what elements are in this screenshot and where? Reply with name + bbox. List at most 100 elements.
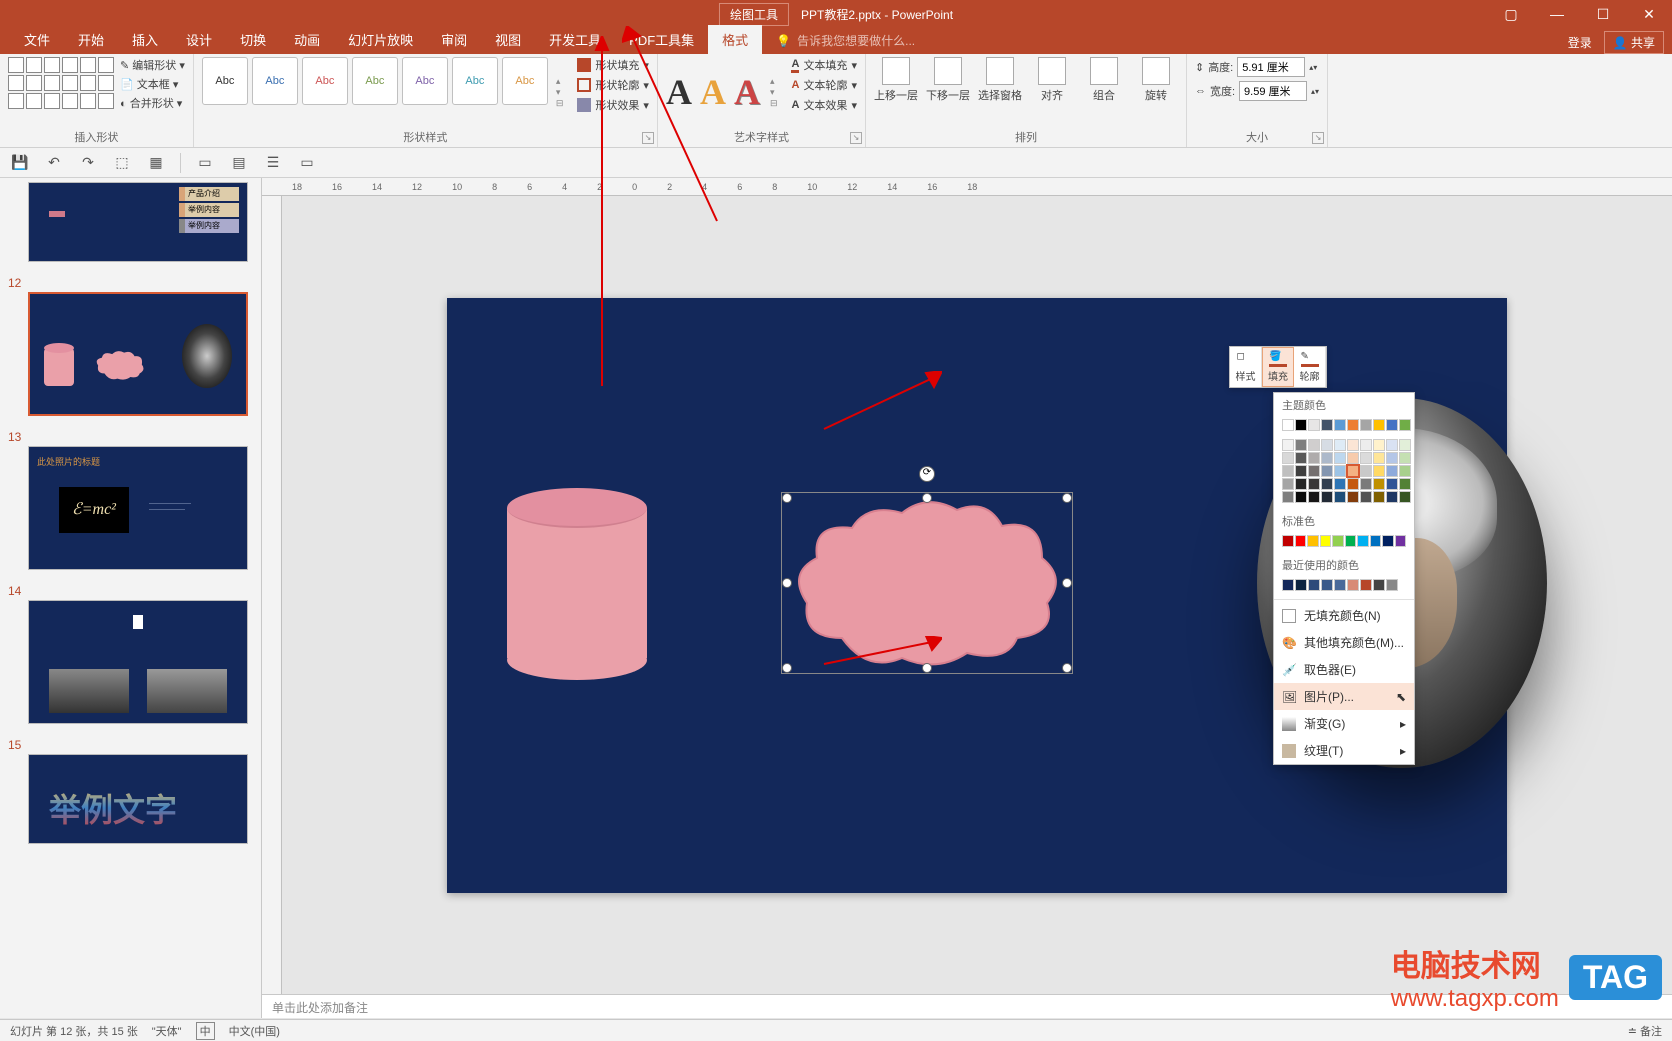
color-swatch[interactable] <box>1347 439 1359 451</box>
slide-thumb-13[interactable]: 此处照片的标题 ℰ=mc² ————————————— <box>28 446 248 570</box>
tab-transitions[interactable]: 切换 <box>226 25 280 54</box>
color-swatch[interactable] <box>1334 439 1346 451</box>
shape-cylinder[interactable] <box>507 488 647 668</box>
tab-animations[interactable]: 动画 <box>280 25 334 54</box>
color-swatch[interactable] <box>1295 491 1307 503</box>
color-swatch[interactable] <box>1334 478 1346 490</box>
resize-handle[interactable] <box>782 493 792 503</box>
redo-icon[interactable]: ↷ <box>78 153 98 173</box>
color-swatch[interactable] <box>1386 452 1398 464</box>
text-outline-button[interactable]: A 文本轮廓 ▾ <box>791 77 856 93</box>
color-swatch[interactable] <box>1399 491 1411 503</box>
color-swatch[interactable] <box>1347 491 1359 503</box>
color-swatch[interactable] <box>1399 419 1411 431</box>
resize-handle[interactable] <box>782 663 792 673</box>
color-swatch[interactable] <box>1295 478 1307 490</box>
text-effects-button[interactable]: A 文本效果 ▾ <box>791 97 856 113</box>
ribbon-display-options-icon[interactable]: ▢ <box>1488 0 1534 28</box>
size-dialog-launcher[interactable]: ↘ <box>1312 132 1324 144</box>
color-swatch[interactable] <box>1295 535 1307 547</box>
color-swatch[interactable] <box>1399 439 1411 451</box>
save-icon[interactable]: 💾 <box>10 153 30 173</box>
color-swatch[interactable] <box>1386 465 1398 477</box>
tell-me-box[interactable]: 💡 告诉我您想要做什么... <box>762 27 929 54</box>
resize-handle[interactable] <box>922 493 932 503</box>
slide-thumbnails-panel[interactable]: 产品介绍 举例内容 举例内容 12 13 此处照片的标题 ℰ=mc² <box>0 178 262 1018</box>
more-colors-option[interactable]: 🎨 其他填充颜色(M)... <box>1274 629 1414 656</box>
color-swatch[interactable] <box>1360 419 1372 431</box>
color-swatch[interactable] <box>1295 452 1307 464</box>
color-swatch[interactable] <box>1334 491 1346 503</box>
merge-shapes-button[interactable]: ◐ 合并形状 ▾ <box>120 95 185 111</box>
color-swatch[interactable] <box>1373 419 1385 431</box>
color-swatch[interactable] <box>1345 535 1357 547</box>
color-swatch[interactable] <box>1282 419 1294 431</box>
height-spinner[interactable]: ▴▾ <box>1309 63 1317 72</box>
tab-insert[interactable]: 插入 <box>118 25 172 54</box>
color-swatch[interactable] <box>1321 452 1333 464</box>
qat-icon[interactable]: ▭ <box>195 153 215 173</box>
color-swatch[interactable] <box>1321 478 1333 490</box>
color-swatch[interactable] <box>1282 439 1294 451</box>
bring-forward-button[interactable]: 上移一层 <box>874 57 918 127</box>
edit-shape-button[interactable]: ✎ 编辑形状 ▾ <box>120 57 185 73</box>
color-swatch[interactable] <box>1321 439 1333 451</box>
color-swatch[interactable] <box>1308 579 1320 591</box>
selection-pane-button[interactable]: 选择窗格 <box>978 57 1022 127</box>
color-swatch[interactable] <box>1347 465 1359 477</box>
color-swatch[interactable] <box>1347 452 1359 464</box>
color-swatch[interactable] <box>1282 579 1294 591</box>
mini-fill-button[interactable]: 🪣 填充 <box>1262 347 1294 387</box>
width-input[interactable] <box>1239 81 1307 101</box>
qat-icon[interactable]: ▦ <box>146 153 166 173</box>
login-link[interactable]: 登录 <box>1568 34 1592 51</box>
textbox-button[interactable]: 📄 文本框 ▾ <box>120 76 185 92</box>
mini-outline-button[interactable]: ✎ 轮廓 <box>1294 347 1326 387</box>
color-swatch[interactable] <box>1282 478 1294 490</box>
close-button[interactable]: ✕ <box>1626 0 1672 28</box>
color-swatch[interactable] <box>1295 419 1307 431</box>
color-swatch[interactable] <box>1347 478 1359 490</box>
tab-home[interactable]: 开始 <box>64 25 118 54</box>
color-swatch[interactable] <box>1321 465 1333 477</box>
color-swatch[interactable] <box>1399 452 1411 464</box>
undo-icon[interactable]: ↶ <box>44 153 64 173</box>
color-swatch[interactable] <box>1373 465 1385 477</box>
color-swatch[interactable] <box>1308 439 1320 451</box>
color-swatch[interactable] <box>1334 452 1346 464</box>
qat-icon[interactable]: ▭ <box>297 153 317 173</box>
color-swatch[interactable] <box>1370 535 1382 547</box>
color-swatch[interactable] <box>1320 535 1332 547</box>
notes-toggle[interactable]: ≐ 备注 <box>1628 1023 1662 1039</box>
tab-file[interactable]: 文件 <box>10 25 64 54</box>
color-swatch[interactable] <box>1321 419 1333 431</box>
eyedropper-option[interactable]: 💉 取色器(E) <box>1274 656 1414 683</box>
color-swatch[interactable] <box>1347 579 1359 591</box>
slide-thumb-15[interactable]: 举例文字 <box>28 754 248 844</box>
height-input[interactable] <box>1237 57 1305 77</box>
color-swatch[interactable] <box>1373 478 1385 490</box>
color-swatch[interactable] <box>1373 439 1385 451</box>
color-swatch[interactable] <box>1386 579 1398 591</box>
color-swatch[interactable] <box>1282 452 1294 464</box>
qat-icon[interactable]: ⬚ <box>112 153 132 173</box>
color-swatch[interactable] <box>1360 478 1372 490</box>
color-swatch[interactable] <box>1399 478 1411 490</box>
language-label[interactable]: 中文(中国) <box>229 1023 280 1039</box>
color-swatch[interactable] <box>1386 439 1398 451</box>
shape-style-gallery[interactable]: Abc Abc Abc Abc Abc Abc Abc <box>202 57 548 127</box>
color-swatch[interactable] <box>1399 465 1411 477</box>
shapes-gallery[interactable] <box>8 57 114 127</box>
color-swatch[interactable] <box>1321 579 1333 591</box>
mini-style-button[interactable]: ◻ 样式 <box>1230 347 1262 387</box>
slide-thumb-14[interactable] <box>28 600 248 724</box>
tab-design[interactable]: 设计 <box>172 25 226 54</box>
color-swatch[interactable] <box>1360 579 1372 591</box>
color-swatch[interactable] <box>1373 579 1385 591</box>
color-swatch[interactable] <box>1282 465 1294 477</box>
color-swatch[interactable] <box>1308 491 1320 503</box>
color-swatch[interactable] <box>1334 465 1346 477</box>
color-swatch[interactable] <box>1332 535 1344 547</box>
slide-thumb-11[interactable]: 产品介绍 举例内容 举例内容 <box>28 182 248 262</box>
color-swatch[interactable] <box>1308 465 1320 477</box>
